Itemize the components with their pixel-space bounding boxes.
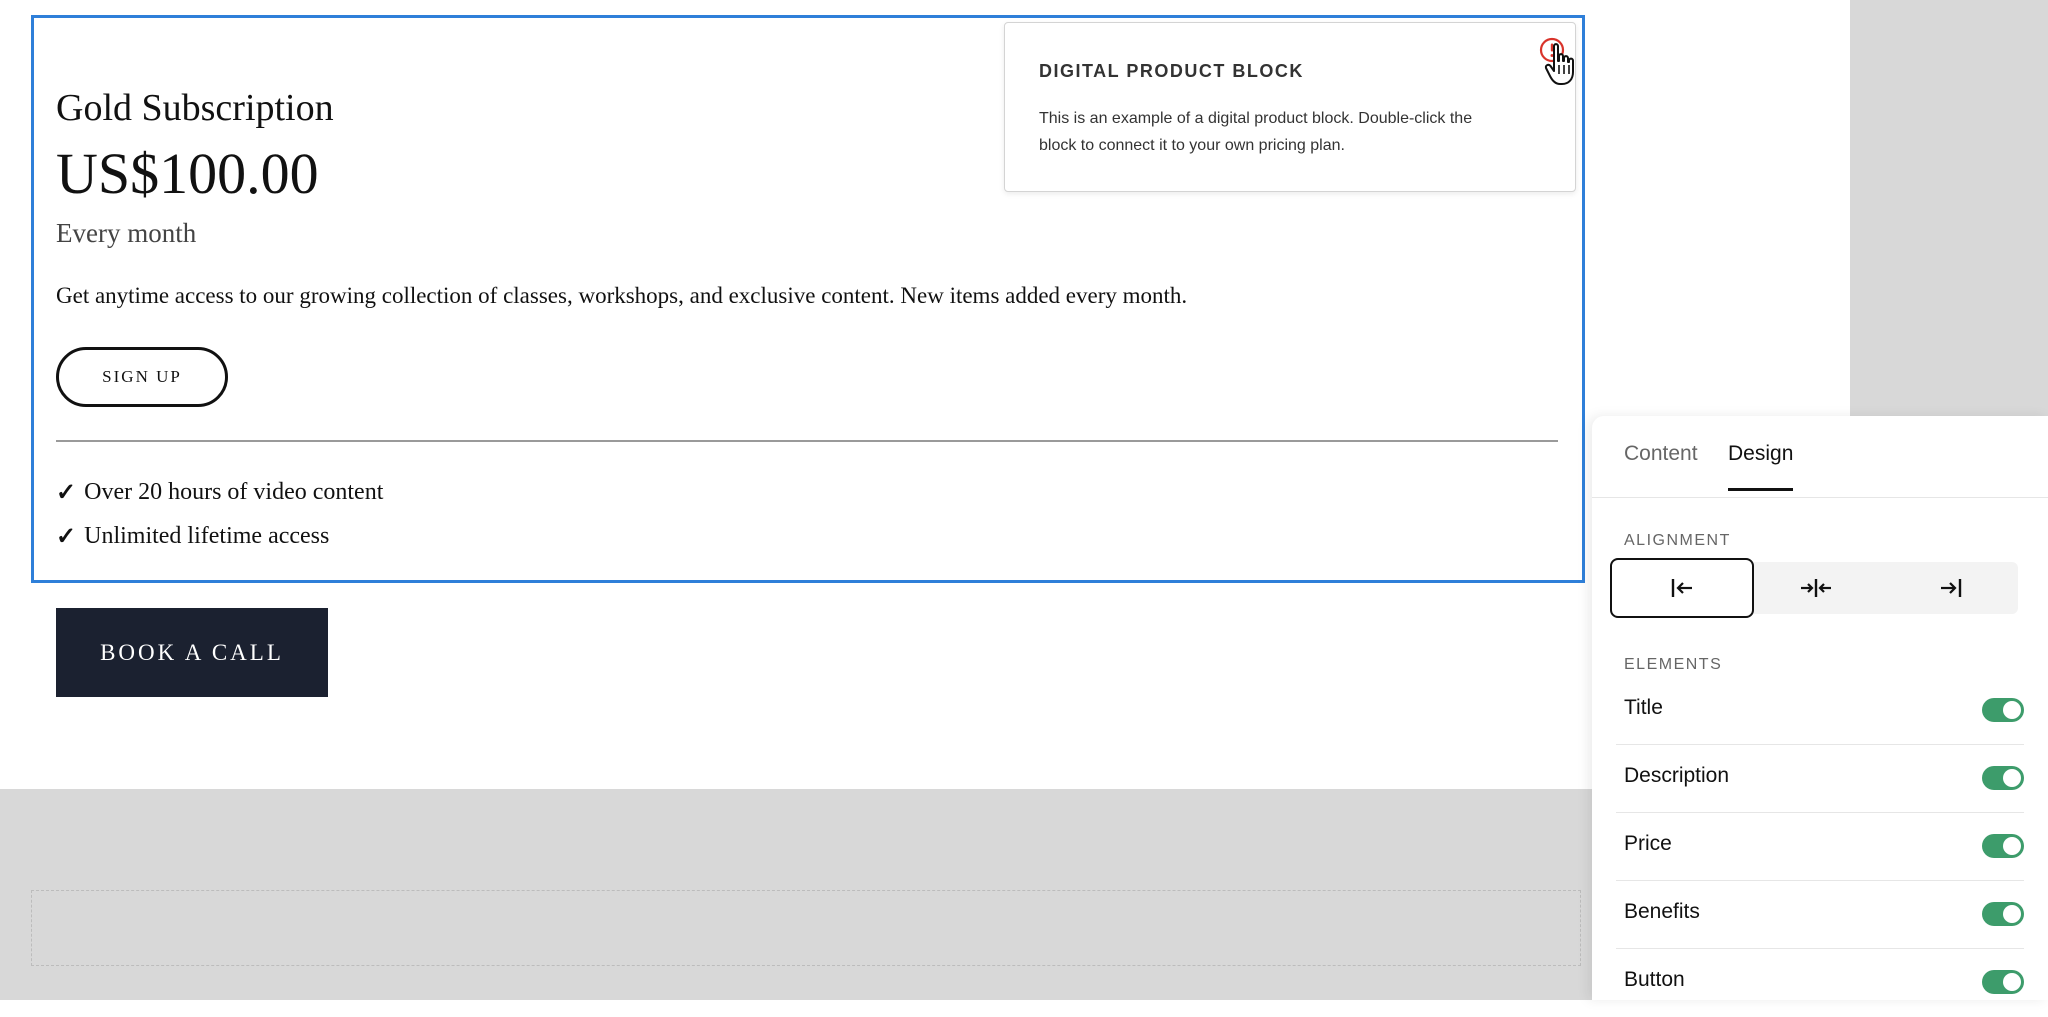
tab-content[interactable]: Content [1624, 442, 1698, 488]
product-period: Every month [56, 218, 197, 248]
divider [56, 440, 1558, 442]
page-background-right [1850, 0, 2048, 418]
align-left-icon [1671, 579, 1692, 597]
price-toggle[interactable] [1982, 834, 2024, 858]
element-label: Benefits [1624, 900, 1700, 923]
align-center-icon [1801, 579, 1831, 597]
toggle-knob [2003, 973, 2021, 991]
benefit-item: ✓ Over 20 hours of video content [56, 478, 383, 507]
align-center-button[interactable] [1749, 562, 1883, 614]
panel-tabs: Content Design [1592, 416, 2048, 498]
button-toggle[interactable] [1982, 970, 2024, 994]
benefit-item: ✓ Unlimited lifetime access [56, 522, 329, 551]
sign-up-button[interactable]: SIGN UP [56, 347, 228, 407]
element-label: Price [1624, 832, 1672, 855]
block-settings-panel: Content Design ALIGNMENT ELEMENTS Title … [1592, 416, 2048, 1000]
empty-block-placeholder[interactable] [31, 890, 1581, 966]
alignment-control [1610, 558, 2018, 618]
toggle-knob [2003, 769, 2021, 787]
check-icon: ✓ [56, 524, 77, 550]
element-label: Title [1624, 696, 1663, 719]
product-title: Gold Subscription [56, 87, 334, 129]
hand-pointer-icon [1544, 43, 1574, 85]
benefits-toggle[interactable] [1982, 902, 2024, 926]
element-row-title: Title [1616, 678, 2024, 745]
element-row-description: Description [1616, 746, 2024, 813]
element-row-price: Price [1616, 814, 2024, 881]
toggle-knob [2003, 701, 2021, 719]
toggle-knob [2003, 905, 2021, 923]
tab-design[interactable]: Design [1728, 442, 1794, 491]
element-row-button: Button [1616, 950, 2024, 1017]
product-description: Get anytime access to our growing collec… [56, 283, 1188, 308]
element-label: Button [1624, 968, 1685, 991]
book-a-call-button[interactable]: BOOK A CALL [56, 608, 328, 697]
align-right-button[interactable] [1884, 562, 2018, 614]
benefit-label: Unlimited lifetime access [84, 523, 330, 549]
toggle-knob [2003, 837, 2021, 855]
benefit-label: Over 20 hours of video content [84, 479, 384, 505]
product-price: US$100.00 [56, 141, 319, 206]
tooltip-text: This is an example of a digital product … [1039, 110, 1473, 154]
alignment-section-label: ALIGNMENT [1624, 532, 1731, 549]
align-right-icon [1941, 579, 1962, 597]
title-toggle[interactable] [1982, 698, 2024, 722]
align-left-button[interactable] [1610, 558, 1754, 618]
elements-section-label: ELEMENTS [1624, 656, 1723, 673]
element-row-benefits: Benefits [1616, 882, 2024, 949]
check-icon: ✓ [56, 480, 77, 506]
tooltip-title: DIGITAL PRODUCT BLOCK [1039, 61, 1304, 81]
element-label: Description [1624, 764, 1730, 787]
description-toggle[interactable] [1982, 766, 2024, 790]
info-tooltip: DIGITAL PRODUCT BLOCK This is an example… [1004, 22, 1576, 192]
